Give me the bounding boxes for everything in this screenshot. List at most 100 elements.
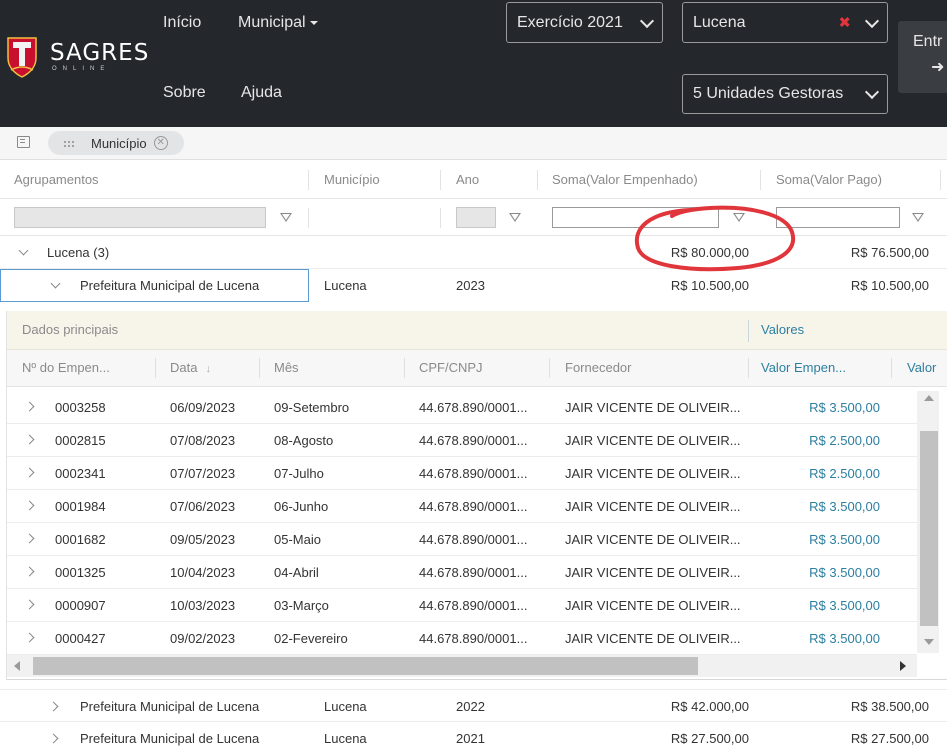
- expand-chevron-icon[interactable]: [24, 401, 35, 412]
- detail-header-data[interactable]: Data ↓: [170, 350, 211, 387]
- scroll-down-icon[interactable]: [924, 639, 934, 645]
- detail-header-mes[interactable]: Mês: [274, 350, 299, 386]
- column-chooser-icon[interactable]: [17, 136, 30, 148]
- clear-selection-icon[interactable]: ✖: [838, 13, 851, 31]
- filter-icon[interactable]: [280, 213, 292, 222]
- nav-link-sobre[interactable]: Sobre: [163, 84, 206, 102]
- header-agrupamentos[interactable]: Agrupamentos: [14, 161, 99, 199]
- scroll-up-icon[interactable]: [924, 395, 934, 401]
- cell-cpf-cnpj: 44.678.890/0001...: [419, 532, 528, 547]
- table-row[interactable]: 0001984 07/06/2023 06-Junho 44.678.890/0001…: [7, 490, 917, 523]
- nav-link-inicio[interactable]: Início: [163, 14, 201, 32]
- nav-link-municipal[interactable]: Municipal: [238, 14, 318, 32]
- expand-chevron-icon[interactable]: [24, 467, 35, 478]
- table-row[interactable]: Prefeitura Municipal de Lucena Lucena 20…: [0, 689, 947, 722]
- brand-name: SAGRES: [50, 40, 150, 66]
- row-empenhado: R$ 10.500,00: [670, 278, 749, 293]
- band-dados-principais: Dados principais: [22, 322, 119, 337]
- table-row[interactable]: 0000427 09/02/2023 02-Fevereiro 44.678.890/…: [7, 622, 917, 655]
- chevron-down-icon: [864, 13, 880, 28]
- cell-data: 07/07/2023: [170, 466, 236, 481]
- table-row[interactable]: 0001682 09/05/2023 05-Maio 44.678.890/0001.…: [7, 523, 917, 556]
- cell-valor-empenhado: R$ 2.500,00: [809, 466, 880, 481]
- exercicio-select[interactable]: Exercício 2021: [506, 2, 663, 43]
- horizontal-scrollbar[interactable]: [7, 655, 917, 677]
- cell-fornecedor: JAIR VICENTE DE OLIVEIR...: [565, 631, 741, 646]
- header-soma-valor-empenhado[interactable]: Soma(Valor Empenhado): [552, 161, 698, 199]
- cell-data: 10/04/2023: [170, 565, 236, 580]
- vertical-scrollbar[interactable]: [917, 391, 939, 653]
- entrar-button[interactable]: Entr ➜: [898, 21, 947, 93]
- row-pago: R$ 38.500,00: [850, 699, 929, 714]
- filter-icon[interactable]: [733, 213, 745, 222]
- table-row[interactable]: 0002341 07/07/2023 07-Julho 44.678.890/0001…: [7, 457, 917, 490]
- cell-fornecedor: JAIR VICENTE DE OLIVEIR...: [565, 400, 741, 415]
- header-municipio[interactable]: Município: [324, 161, 380, 199]
- expand-chevron-icon[interactable]: [24, 632, 35, 643]
- cell-mes: 02-Fevereiro: [274, 631, 348, 646]
- row-municipio: Lucena: [324, 699, 367, 714]
- expand-chevron-icon[interactable]: [48, 701, 59, 712]
- entrar-label: Entr: [913, 33, 943, 50]
- horizontal-scroll-thumb[interactable]: [33, 657, 698, 675]
- row-empenhado: R$ 42.000,00: [670, 699, 749, 714]
- header-soma-valor-pago[interactable]: Soma(Valor Pago): [776, 161, 882, 199]
- cell-valor-empenhado: R$ 2.500,00: [809, 433, 880, 448]
- sort-desc-icon: ↓: [205, 363, 211, 375]
- expand-chevron-icon[interactable]: [24, 599, 35, 610]
- filter-agrupamentos-input[interactable]: [14, 207, 266, 228]
- filter-icon[interactable]: [912, 213, 924, 222]
- cell-data: 07/08/2023: [170, 433, 236, 448]
- scroll-left-icon[interactable]: [14, 661, 20, 671]
- cell-valor-empenhado: R$ 3.500,00: [809, 565, 880, 580]
- cell-fornecedor: JAIR VICENTE DE OLIVEIR...: [565, 565, 741, 580]
- filter-ano-input[interactable]: [456, 207, 496, 228]
- row-ano: 2021: [456, 731, 485, 746]
- cell-fornecedor: JAIR VICENTE DE OLIVEIR...: [565, 598, 741, 613]
- table-row[interactable]: 0002815 07/08/2023 08-Agosto 44.678.890/000…: [7, 424, 917, 457]
- row-ano: 2022: [456, 699, 485, 714]
- collapse-chevron-icon[interactable]: [18, 245, 29, 256]
- expand-chevron-icon[interactable]: [48, 733, 59, 744]
- table-row[interactable]: Prefeitura Municipal de Lucena Lucena 20…: [0, 722, 947, 747]
- group-panel: Município ✕: [0, 127, 947, 160]
- cell-numero-empenho: 0002815: [55, 433, 106, 448]
- expand-chevron-icon[interactable]: [24, 566, 35, 577]
- top-navbar: SAGRES ONLINE Início Municipal Sobre Aju…: [0, 0, 947, 127]
- detail-header-valor[interactable]: Valor: [907, 350, 936, 386]
- filter-icon[interactable]: [509, 213, 521, 222]
- cell-valor-empenhado: R$ 3.500,00: [809, 499, 880, 514]
- municipio-select[interactable]: Lucena ✖: [682, 2, 888, 43]
- expand-chevron-icon[interactable]: [24, 533, 35, 544]
- vertical-scroll-thumb[interactable]: [920, 431, 938, 626]
- table-row[interactable]: 0003258 06/09/2023 09-Setembro 44.678.890/0…: [7, 391, 917, 424]
- expand-chevron-icon[interactable]: [24, 500, 35, 511]
- drag-grip-icon[interactable]: [63, 139, 75, 147]
- remove-group-icon[interactable]: ✕: [153, 136, 168, 150]
- detail-header-fornecedor[interactable]: Fornecedor: [565, 350, 631, 386]
- detail-header-numero[interactable]: Nº do Empen...: [22, 350, 110, 386]
- header-ano[interactable]: Ano: [456, 161, 479, 199]
- cell-fornecedor: JAIR VICENTE DE OLIVEIR...: [565, 499, 741, 514]
- scroll-right-icon[interactable]: [900, 661, 906, 671]
- unidades-gestoras-select[interactable]: 5 Unidades Gestoras: [682, 74, 888, 114]
- filter-pago-input[interactable]: [776, 207, 900, 228]
- cell-mes: 08-Agosto: [274, 433, 334, 448]
- nav-link-ajuda[interactable]: Ajuda: [241, 84, 282, 102]
- detail-header-cpf-cnpj[interactable]: CPF/CNPJ: [419, 350, 483, 386]
- detail-header-valor-empenhado[interactable]: Valor Empen...: [761, 350, 846, 386]
- cell-numero-empenho: 0000907: [55, 598, 106, 613]
- table-row[interactable]: Prefeitura Municipal de Lucena Lucena 20…: [0, 269, 947, 302]
- expand-chevron-icon[interactable]: [24, 434, 35, 445]
- group-total-pago: R$ 76.500,00: [850, 245, 929, 260]
- group-row-lucena[interactable]: Lucena (3) R$ 80.000,00 R$ 76.500,00: [0, 236, 947, 269]
- table-row[interactable]: 0001325 10/04/2023 04-Abril 44.678.890/0001…: [7, 556, 917, 589]
- cell-valor-empenhado: R$ 3.500,00: [809, 631, 880, 646]
- sagres-logo-icon: [7, 37, 37, 78]
- cell-data: 06/09/2023: [170, 400, 236, 415]
- cell-numero-empenho: 0001325: [55, 565, 106, 580]
- group-chip-municipio[interactable]: Município ✕: [48, 131, 184, 155]
- filter-empenhado-input[interactable]: [552, 207, 719, 228]
- table-row[interactable]: 0000907 10/03/2023 03-Março 44.678.890/0001…: [7, 589, 917, 622]
- row-unidade: Prefeitura Municipal de Lucena: [80, 278, 260, 293]
